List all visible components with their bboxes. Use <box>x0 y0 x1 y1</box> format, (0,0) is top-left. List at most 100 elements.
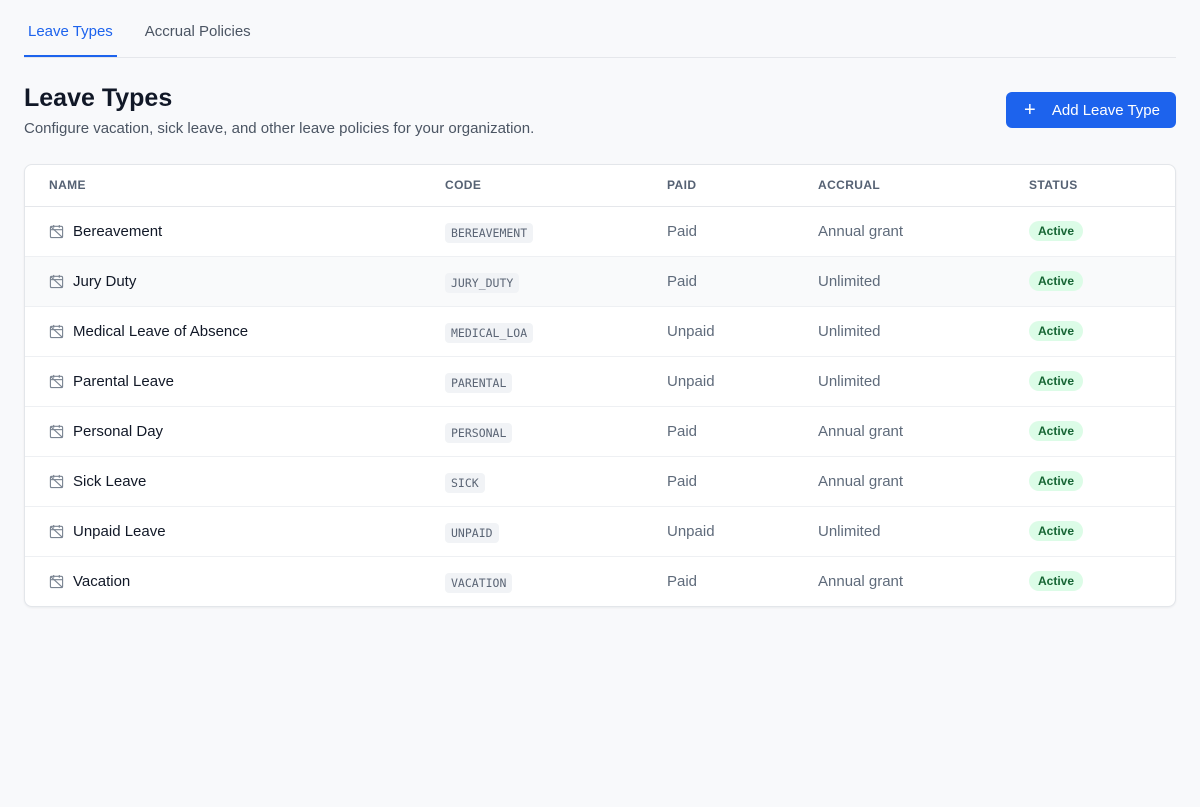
leave-type-code: MEDICAL_LOA <box>445 322 534 343</box>
table-header-row: NAME CODE PAID ACCRUAL STATUS <box>25 165 1175 207</box>
paid-cell: Paid <box>667 206 818 257</box>
table-row[interactable]: Parental Leave PARENTAL Unpaid Unlimited… <box>25 356 1175 407</box>
header-text: Leave Types Configure vacation, sick lea… <box>24 84 534 138</box>
name-wrap: Parental Leave <box>49 373 445 390</box>
table-row[interactable]: Vacation VACATION Paid Annual grant Acti… <box>25 556 1175 606</box>
calendar-off-icon <box>49 424 64 438</box>
leave-type-name: Unpaid Leave <box>73 522 166 540</box>
status-cell: Active <box>1029 506 1175 557</box>
table-row[interactable]: Unpaid Leave UNPAID Unpaid Unlimited Act… <box>25 506 1175 557</box>
code-cell: VACATION <box>445 556 667 606</box>
page-title: Leave Types <box>24 84 173 112</box>
calendar-off-icon <box>49 524 64 538</box>
calendar-off-icon <box>49 274 64 288</box>
tab-bar: Leave Types Accrual Policies <box>24 0 1176 58</box>
code-cell: JURY_DUTY <box>445 256 667 307</box>
leave-type-name: Vacation <box>73 572 131 590</box>
leave-types-page: Leave Types Accrual Policies Leave Types… <box>0 0 1200 807</box>
table-row[interactable]: Jury Duty JURY_DUTY Paid Unlimited Activ… <box>25 256 1175 307</box>
leave-type-name: Sick Leave <box>73 472 147 490</box>
name-cell: Bereavement <box>25 206 445 257</box>
status-cell: Active <box>1029 406 1175 457</box>
code-cell: UNPAID <box>445 506 667 557</box>
name-wrap: Jury Duty <box>49 273 445 290</box>
add-leave-type-button[interactable]: + Add Leave Type <box>1005 92 1176 128</box>
column-header-paid[interactable]: PAID <box>667 165 818 207</box>
name-cell: Personal Day <box>25 406 445 457</box>
leave-type-code: JURY_DUTY <box>445 272 520 293</box>
leave-type-code: PERSONAL <box>445 422 513 443</box>
code-cell: PERSONAL <box>445 406 667 457</box>
tab-leave-types[interactable]: Leave Types <box>24 23 117 57</box>
name-wrap: Bereavement <box>49 223 445 240</box>
paid-cell: Paid <box>667 456 818 507</box>
leave-type-name: Medical Leave of Absence <box>73 322 249 340</box>
calendar-off-icon <box>49 474 64 488</box>
table-row[interactable]: Bereavement BEREAVEMENT Paid Annual gran… <box>25 206 1175 257</box>
name-cell: Unpaid Leave <box>25 506 445 557</box>
accrual-cell: Annual grant <box>818 572 904 590</box>
paid-cell: Paid <box>667 406 818 457</box>
paid-cell: Unpaid <box>667 506 818 557</box>
paid-cell: Unpaid <box>667 306 818 357</box>
table-row[interactable]: Personal Day PERSONAL Paid Annual grant … <box>25 406 1175 457</box>
leave-type-code: PARENTAL <box>445 372 513 393</box>
name-cell: Jury Duty <box>25 256 445 307</box>
name-wrap: Unpaid Leave <box>49 523 445 540</box>
status-badge: Active <box>1029 471 1084 491</box>
leave-type-code: UNPAID <box>445 522 499 543</box>
leave-type-code: SICK <box>445 472 485 493</box>
status-cell: Active <box>1029 256 1175 307</box>
column-header-code[interactable]: CODE <box>445 165 667 207</box>
name-cell: Parental Leave <box>25 356 445 407</box>
table-header: NAME CODE PAID ACCRUAL STATUS <box>25 165 1175 207</box>
accrual-cell: Unlimited <box>818 306 1029 357</box>
status-cell: Active <box>1029 556 1175 606</box>
paid-cell: Unpaid <box>667 356 818 407</box>
page-header: Leave Types Configure vacation, sick lea… <box>24 84 1176 138</box>
accrual-cell: Unlimited <box>818 256 1029 307</box>
name-wrap: Medical Leave of Absence <box>49 323 445 340</box>
column-header-name[interactable]: NAME <box>25 165 445 207</box>
column-header-accrual[interactable]: ACCRUAL <box>818 165 1029 207</box>
accrual-cell: Unlimited <box>818 356 1029 407</box>
add-leave-type-label: Add Leave Type <box>1051 101 1160 119</box>
status-badge: Active <box>1029 271 1084 291</box>
leave-type-name: Bereavement <box>73 222 163 240</box>
calendar-off-icon <box>49 224 64 238</box>
name-wrap: Sick Leave <box>49 473 445 490</box>
status-badge: Active <box>1029 221 1084 241</box>
status-badge: Active <box>1029 521 1084 541</box>
paid-cell: Paid <box>667 572 698 590</box>
code-cell: BEREAVEMENT <box>445 206 667 257</box>
calendar-off-icon <box>49 374 64 388</box>
name-wrap: Vacation <box>49 573 445 590</box>
column-header-status[interactable]: STATUS <box>1029 165 1175 207</box>
calendar-off-icon <box>49 574 64 588</box>
table-body: Bereavement BEREAVEMENT Paid Annual gran… <box>25 206 1175 606</box>
name-cell: Medical Leave of Absence <box>25 306 445 357</box>
status-cell: Active <box>1029 206 1175 257</box>
page-subtitle: Configure vacation, sick leave, and othe… <box>24 120 535 137</box>
status-badge: Active <box>1029 371 1084 391</box>
code-cell: MEDICAL_LOA <box>445 306 667 357</box>
accrual-cell: Unlimited <box>818 506 1029 557</box>
accrual-cell: Annual grant <box>818 456 1029 507</box>
status-badge: Active <box>1029 571 1084 592</box>
status-cell: Active <box>1029 306 1175 357</box>
leave-types-table-card: NAME CODE PAID ACCRUAL STATUS Bereavemen… <box>24 164 1176 607</box>
leave-type-name: Personal Day <box>73 422 164 440</box>
table-row[interactable]: Sick Leave SICK Paid Annual grant Active <box>25 456 1175 507</box>
name-cell: Sick Leave <box>25 456 445 507</box>
leave-types-table: NAME CODE PAID ACCRUAL STATUS Bereavemen… <box>25 165 1175 606</box>
leave-type-code: BEREAVEMENT <box>445 222 534 243</box>
name-wrap: Personal Day <box>49 423 445 440</box>
status-badge: Active <box>1029 421 1084 441</box>
name-cell: Vacation <box>25 556 445 606</box>
calendar-off-icon <box>49 324 64 338</box>
leave-type-name: Parental Leave <box>73 372 174 390</box>
table-row[interactable]: Medical Leave of Absence MEDICAL_LOA Unp… <box>25 306 1175 357</box>
plus-icon: + <box>1024 99 1036 121</box>
tab-accrual-policies[interactable]: Accrual Policies <box>141 23 255 57</box>
leave-type-name: Jury Duty <box>73 272 137 290</box>
